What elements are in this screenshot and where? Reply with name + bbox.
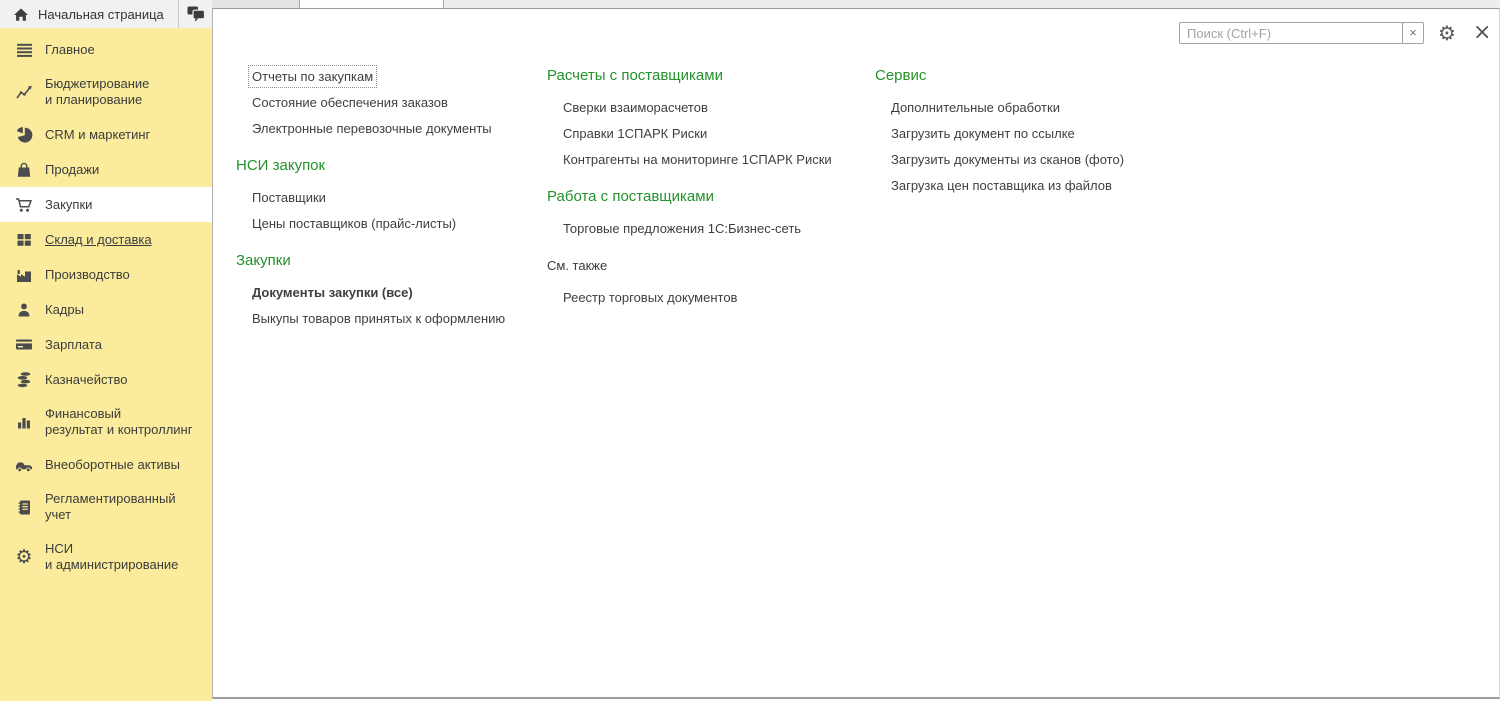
purchases-cart-icon [13, 197, 35, 213]
hidden-tab [212, 0, 300, 8]
home-page-tab[interactable]: Начальная страница [0, 0, 179, 28]
hr-person-icon [13, 302, 35, 318]
sidebar-item-crm[interactable]: CRM и маркетинг [0, 117, 212, 152]
settings-gear-icon[interactable]: ⚙ [1438, 22, 1456, 44]
sidebar-item-master-data-admin[interactable]: ⚙ НСИ и администрирование [0, 532, 212, 582]
sidebar-item-label: Склад и доставка [45, 232, 152, 248]
sections-sidebar: Главное Бюджетирование и планирование CR… [0, 28, 212, 701]
sidebar-item-financial-result[interactable]: Финансовый результат и контроллинг [0, 397, 212, 447]
link-spark-risks-certificates[interactable]: Справки 1СПАРК Риски [563, 121, 707, 147]
link-order-fulfillment-state[interactable]: Состояние обеспечения заказов [252, 90, 448, 116]
sidebar-item-label: Регламентированный учет [45, 491, 176, 523]
regulated-ledger-icon [13, 499, 35, 516]
search-area: × ⚙ × [1179, 22, 1491, 44]
hidden-tab [300, 0, 444, 8]
treasury-coins-icon [13, 371, 35, 388]
sidebar-item-label: Главное [45, 42, 95, 58]
chat-bubbles-icon [186, 5, 206, 23]
search-clear-button[interactable]: × [1402, 22, 1424, 44]
sidebar-item-main[interactable]: Главное [0, 32, 212, 67]
sidebar-item-label: Закупки [45, 197, 92, 213]
header-service[interactable]: Сервис [875, 64, 1195, 88]
link-additional-processing[interactable]: Дополнительные обработки [891, 95, 1060, 121]
hidden-tab-strip [212, 0, 1500, 8]
budgeting-chart-icon [13, 84, 35, 100]
crm-pie-icon [13, 126, 35, 144]
close-icon[interactable]: × [1473, 22, 1491, 44]
link-goods-buybacks[interactable]: Выкупы товаров принятых к оформлению [252, 306, 505, 332]
sidebar-item-label: Кадры [45, 302, 84, 318]
header-supplier-work[interactable]: Работа с поставщиками [547, 185, 877, 209]
sidebar-item-sales[interactable]: Продажи [0, 152, 212, 187]
panel-column-1: Отчеты по закупкам Состояние обеспечения… [236, 64, 541, 332]
home-tab-label: Начальная страница [38, 7, 164, 22]
link-suppliers[interactable]: Поставщики [252, 185, 326, 211]
link-settlement-reconciliations[interactable]: Сверки взаиморасчетов [563, 95, 708, 121]
link-supplier-price-lists[interactable]: Цены поставщиков (прайс-листы) [252, 211, 456, 237]
link-load-documents-from-scans[interactable]: Загрузить документы из сканов (фото) [891, 147, 1124, 173]
header-purchases[interactable]: Закупки [236, 249, 541, 273]
sidebar-item-label: Производство [45, 267, 130, 283]
sidebar-item-label: Внеоборотные активы [45, 457, 180, 473]
sidebar-item-label: НСИ и администрирование [45, 541, 178, 573]
sidebar-item-production[interactable]: Производство [0, 257, 212, 292]
link-spark-risks-monitored-counterparties[interactable]: Контрагенты на мониторинге 1СПАРК Риски [563, 147, 832, 173]
discussions-button[interactable] [179, 0, 212, 28]
sidebar-item-label: CRM и маркетинг [45, 127, 150, 143]
sidebar-item-treasury[interactable]: Казначейство [0, 362, 212, 397]
link-business-network-trade-offers[interactable]: Торговые предложения 1С:Бизнес-сеть [563, 216, 801, 242]
home-icon [13, 7, 29, 22]
link-electronic-transport-documents[interactable]: Электронные перевозочные документы [252, 116, 492, 142]
main-menu-icon [13, 42, 35, 58]
link-load-supplier-prices-from-files[interactable]: Загрузка цен поставщика из файлов [891, 173, 1112, 199]
sidebar-item-budgeting[interactable]: Бюджетирование и планирование [0, 67, 212, 117]
purchases-section-panel: × ⚙ × Отчеты по закупкам Состояние обесп… [212, 8, 1500, 699]
sidebar-item-label: Продажи [45, 162, 99, 178]
sidebar-item-label: Финансовый результат и контроллинг [45, 406, 192, 438]
sidebar-item-label: Бюджетирование и планирование [45, 76, 149, 108]
link-load-document-by-link[interactable]: Загрузить документ по ссылке [891, 121, 1075, 147]
sidebar-item-label: Зарплата [45, 337, 102, 353]
sidebar-item-noncurrent-assets[interactable]: Внеоборотные активы [0, 447, 212, 482]
sales-bag-icon [13, 162, 35, 178]
sidebar-item-label: Казначейство [45, 372, 127, 388]
link-trade-documents-register[interactable]: Реестр торговых документов [563, 285, 737, 311]
admin-gear-icon: ⚙ [13, 548, 35, 567]
header-purchasing-master-data[interactable]: НСИ закупок [236, 154, 541, 178]
sidebar-item-salary[interactable]: Зарплата [0, 327, 212, 362]
link-purchase-reports[interactable]: Отчеты по закупкам [252, 64, 373, 90]
production-factory-icon [13, 267, 35, 283]
header-supplier-settlements[interactable]: Расчеты с поставщиками [547, 64, 877, 88]
sidebar-item-purchases[interactable]: Закупки [0, 187, 212, 222]
panel-column-2: Расчеты с поставщиками Сверки взаиморасч… [547, 64, 877, 311]
assets-vehicle-icon [13, 457, 35, 473]
tab-bar: Начальная страница [0, 0, 212, 28]
sidebar-item-regulated-accounting[interactable]: Регламентированный учет [0, 482, 212, 532]
sidebar-item-hr[interactable]: Кадры [0, 292, 212, 327]
salary-card-icon [13, 337, 35, 352]
link-purchase-documents-all[interactable]: Документы закупки (все) [252, 280, 413, 306]
see-also-label: См. также [547, 254, 877, 278]
finance-bars-icon [13, 414, 35, 430]
search-input[interactable] [1179, 22, 1403, 44]
warehouse-grid-icon [13, 232, 35, 248]
sidebar-item-warehouse[interactable]: Склад и доставка [0, 222, 212, 257]
panel-column-3: Сервис Дополнительные обработки Загрузит… [875, 64, 1195, 199]
